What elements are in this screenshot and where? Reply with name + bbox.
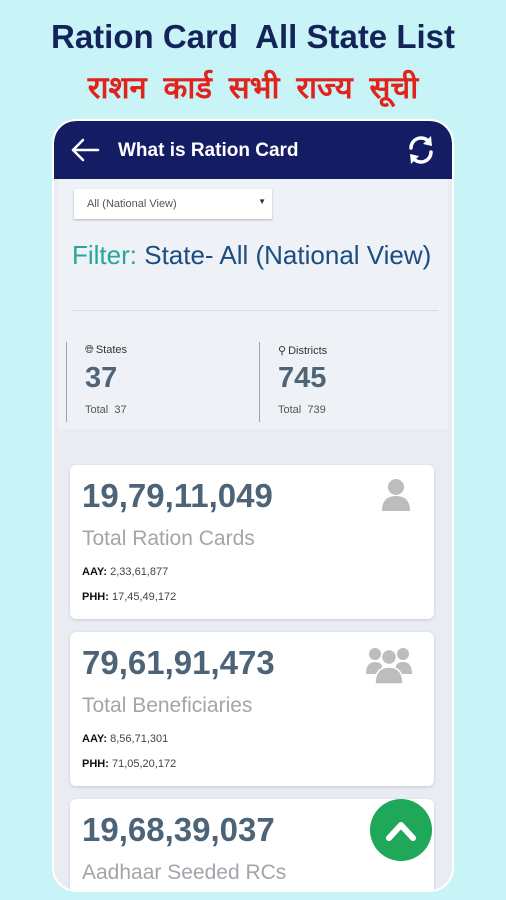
phone-frame: What is Ration Card All (National View) …: [54, 121, 452, 890]
stat-districts-label: Districts: [288, 345, 328, 357]
stat-states-label: States: [95, 344, 127, 356]
card-aay: AAY: 8,56,71,301: [82, 733, 168, 745]
app-bar: What is Ration Card: [54, 121, 452, 179]
map-pin-icon: ⚲: [278, 345, 287, 357]
stat-districts: ⚲ Districts 745 Total 739: [259, 342, 444, 422]
scroll-to-top-button[interactable]: [370, 799, 432, 861]
stat-districts-total-label: Total: [278, 404, 302, 416]
chevron-up-icon: [386, 822, 416, 841]
total-beneficiaries-card: 79,61,91,473 Total Beneficiaries AAY: 8,…: [70, 632, 434, 786]
stat-states-total-value: 37: [114, 404, 127, 416]
card-phh: PHH: 71,05,20,172: [82, 758, 176, 770]
promo-subtitle-hindi: राशन कार्ड सभी राज्य सूची: [87, 70, 419, 106]
arrow-left-icon[interactable]: [68, 135, 102, 165]
stat-states-total-label: Total: [85, 404, 109, 416]
user-icon: [382, 479, 410, 511]
state-select[interactable]: All (National View) ▼: [74, 189, 272, 219]
globe-icon: 🌐︎: [85, 344, 94, 356]
stat-districts-total: Total 739: [278, 404, 326, 416]
filter-label: Filter:: [72, 240, 137, 270]
card-aay: AAY: 2,33,61,877: [82, 566, 168, 578]
total-ration-cards-card: 19,79,11,049 Total Ration Cards AAY: 2,3…: [70, 465, 434, 619]
card-aay-value: 8,56,71,301: [110, 733, 169, 745]
divider: [72, 310, 438, 311]
users-group-icon: [366, 648, 412, 684]
card-phh-value: 71,05,20,172: [111, 758, 177, 770]
refresh-icon[interactable]: [404, 133, 438, 167]
page-title: What is Ration Card: [118, 140, 299, 161]
card-phh-label: PHH:: [82, 591, 109, 603]
stat-districts-total-value: 739: [307, 404, 326, 416]
state-select-value: All (National View): [87, 198, 177, 210]
card-aay-value: 2,33,61,877: [110, 566, 169, 578]
card-phh: PHH: 17,45,49,172: [82, 591, 176, 603]
card-value: 19,68,39,037: [82, 811, 275, 848]
filter-panel: All (National View) ▼ Filter: State- All…: [58, 179, 448, 429]
card-phh-value: 17,45,49,172: [111, 591, 177, 603]
main-content: All (National View) ▼ Filter: State- All…: [54, 179, 452, 890]
card-label: Total Beneficiaries: [82, 694, 253, 717]
stat-districts-value: 745: [278, 362, 327, 394]
filter-value: State- All (National View): [137, 240, 432, 270]
stat-states-heading: 🌐︎ States: [85, 344, 127, 357]
card-aay-label: AAY:: [82, 733, 108, 745]
card-value: 79,61,91,473: [82, 644, 275, 681]
card-label: Total Ration Cards: [82, 527, 255, 550]
card-phh-label: PHH:: [82, 758, 109, 770]
card-label: Aadhaar Seeded RCs: [82, 861, 287, 884]
card-aay-label: AAY:: [82, 566, 108, 578]
promo-title: Ration Card All State List: [51, 18, 455, 55]
card-value: 19,79,11,049: [82, 477, 273, 514]
stat-states-value: 37: [85, 362, 118, 394]
chevron-down-icon: ▼: [258, 197, 266, 206]
filter-heading: Filter: State- All (National View): [72, 239, 432, 272]
stat-districts-heading: ⚲ Districts: [278, 344, 327, 357]
stat-states: 🌐︎ States 37 Total 37: [66, 342, 251, 422]
stat-states-total: Total 37: [85, 404, 127, 416]
